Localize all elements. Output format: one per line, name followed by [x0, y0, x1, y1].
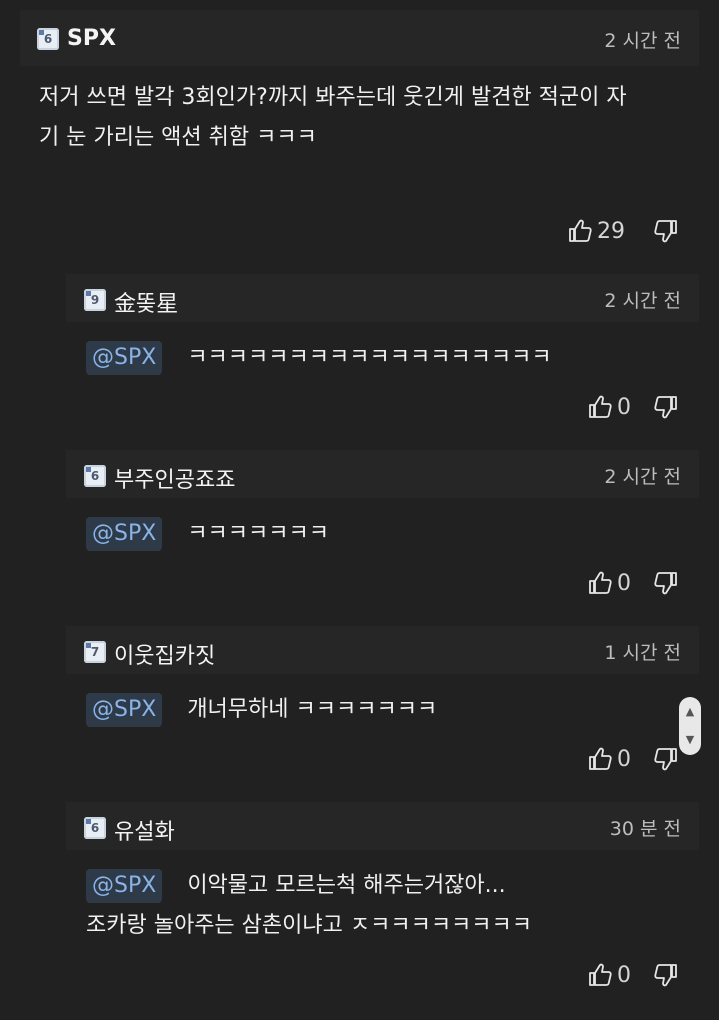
reply-header: 6 유설화 30 분 전 [66, 802, 699, 850]
thumbs-down-icon[interactable] [653, 570, 679, 596]
chevron-down-icon[interactable]: ▼ [679, 733, 701, 746]
reply-author[interactable]: 유설화 [114, 814, 175, 846]
reply-actions: 0 [587, 962, 679, 988]
mention-link[interactable]: @SPX [86, 869, 163, 903]
thumbs-up-icon[interactable] [587, 962, 613, 988]
reply: 6 유설화 30 분 전 @SPX 이악물고 모르는척 해주는거잖아... 조카… [66, 802, 699, 1017]
chevron-up-icon[interactable]: ▲ [679, 705, 701, 718]
thumbs-up-icon[interactable] [587, 394, 613, 420]
reply-text: @SPX 이악물고 모르는척 해주는거잖아... 조카랑 놀아주는 삼촌이냐고 … [86, 866, 532, 946]
comment-header: 6 SPX 2 시간 전 [20, 10, 699, 66]
reply: 9 金똦星 2 시간 전 @SPX ㅋㅋㅋㅋㅋㅋㅋㅋㅋㅋㅋㅋㅋㅋㅋㅋㅋㅋ 0 [66, 274, 699, 444]
reply-actions: 0 [587, 746, 679, 772]
reply-text: @SPX ㅋㅋㅋㅋㅋㅋㅋ [86, 514, 329, 554]
mention-link[interactable]: @SPX [86, 341, 163, 375]
comment-author[interactable]: SPX [67, 26, 116, 51]
scroll-control[interactable]: ▲ ▼ [679, 697, 701, 755]
thumbs-up-icon[interactable] [567, 218, 593, 244]
reply-author[interactable]: 金똦星 [114, 286, 178, 318]
reply-author[interactable]: 부주인공죠죠 [114, 462, 235, 494]
reply-time: 2 시간 전 [604, 290, 681, 312]
like-count: 29 [597, 218, 625, 244]
comment-actions: 29 [567, 218, 679, 244]
reply-text: @SPX 개너무하네 ㅋㅋㅋㅋㅋㅋㅋ [86, 690, 437, 730]
reply-time: 2 시간 전 [604, 466, 681, 488]
reply: 6 부주인공죠죠 2 시간 전 @SPX ㅋㅋㅋㅋㅋㅋㅋ 0 [66, 450, 699, 620]
reply: 7 이웃집카짓 1 시간 전 @SPX 개너무하네 ㅋㅋㅋㅋㅋㅋㅋ 0 [66, 626, 699, 796]
reply-actions: 0 [587, 570, 679, 596]
mention-link[interactable]: @SPX [86, 517, 163, 551]
reply-actions: 0 [587, 394, 679, 420]
thumbs-down-icon[interactable] [653, 962, 679, 988]
comment: 6 SPX 2 시간 전 저거 쓰면 발각 3회인가?까지 봐주는데 웃긴게 발… [20, 10, 699, 265]
level-badge-icon: 6 [84, 465, 106, 487]
level-badge-icon: 7 [84, 641, 106, 663]
thumbs-down-icon[interactable] [653, 394, 679, 420]
comment-text: 저거 쓰면 발각 3회인가?까지 봐주는데 웃긴게 발견한 적군이 자 기 눈 … [39, 85, 627, 150]
level-badge-icon: 9 [84, 289, 106, 311]
reply-time: 1 시간 전 [604, 642, 681, 664]
like-count: 0 [617, 746, 631, 772]
comment-time: 2 시간 전 [604, 30, 681, 52]
reply-header: 7 이웃집카짓 1 시간 전 [66, 626, 699, 674]
thumbs-down-icon[interactable] [653, 746, 679, 772]
thumbs-up-icon[interactable] [587, 746, 613, 772]
level-badge-icon: 6 [84, 817, 106, 839]
mention-link[interactable]: @SPX [86, 693, 163, 727]
reply-header: 9 金똦星 2 시간 전 [66, 274, 699, 322]
like-count: 0 [617, 394, 631, 420]
level-badge-icon: 6 [37, 28, 59, 50]
reply-author[interactable]: 이웃집카짓 [114, 638, 215, 670]
thumbs-down-icon[interactable] [653, 218, 679, 244]
reply-text: @SPX ㅋㅋㅋㅋㅋㅋㅋㅋㅋㅋㅋㅋㅋㅋㅋㅋㅋㅋ [86, 338, 552, 378]
reply-time: 30 분 전 [609, 818, 681, 840]
like-count: 0 [617, 962, 631, 988]
reply-header: 6 부주인공죠죠 2 시간 전 [66, 450, 699, 498]
like-count: 0 [617, 570, 631, 596]
thumbs-up-icon[interactable] [587, 570, 613, 596]
